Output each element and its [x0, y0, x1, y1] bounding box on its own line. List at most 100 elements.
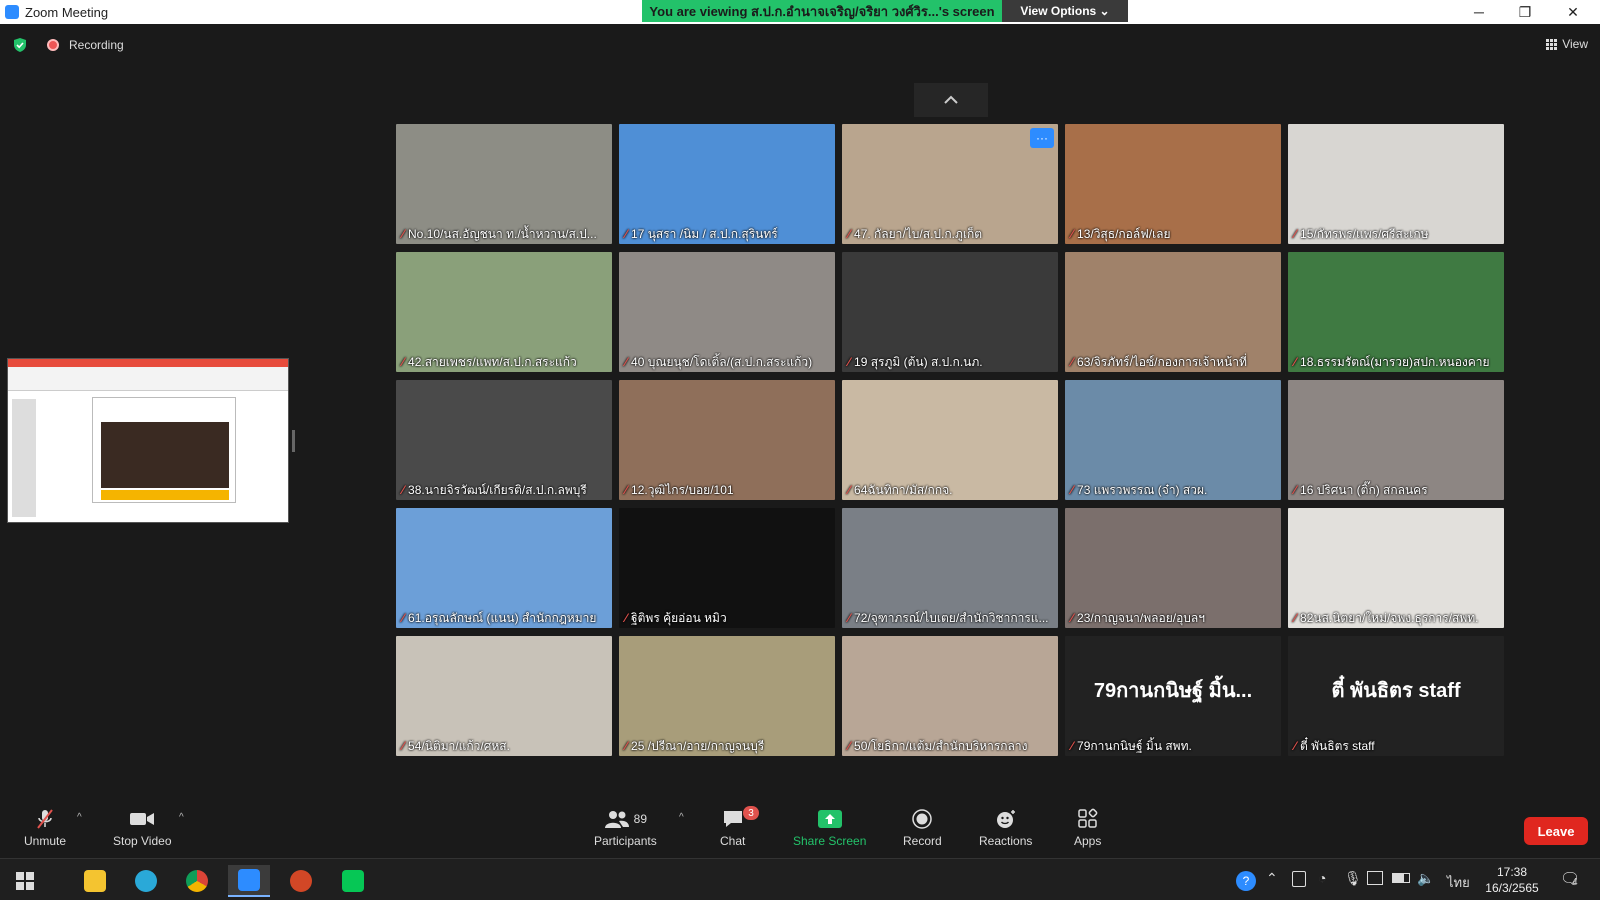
- battery-icon[interactable]: [1392, 873, 1410, 883]
- taskbar-file-explorer[interactable]: [74, 865, 116, 897]
- leave-meeting-button[interactable]: Leave: [1524, 817, 1588, 845]
- taskbar-edge[interactable]: [125, 865, 167, 897]
- start-button[interactable]: [4, 865, 46, 897]
- recording-indicator[interactable]: Recording: [47, 38, 124, 52]
- record-button[interactable]: Record: [903, 808, 942, 848]
- unmute-button[interactable]: Unmute: [24, 808, 66, 848]
- chat-button[interactable]: Chat: [720, 808, 745, 848]
- participant-tile[interactable]: ⁄ 19 สุรภูมิ (ต้น) ส.ป.ก.นภ.: [842, 252, 1058, 372]
- apps-button[interactable]: Apps: [1074, 808, 1101, 848]
- encryption-shield-icon[interactable]: [12, 37, 28, 53]
- participant-tile[interactable]: ⁄ 18.ธรรมรัตณ์(มารวย)สปก.หนองคาย: [1288, 252, 1504, 372]
- participant-display-name: 79กานกนิษฐ์ มิ้น...: [1093, 680, 1253, 702]
- muted-mic-icon: ⁄: [625, 611, 628, 625]
- participant-tile[interactable]: ⁄ 15/กัทรพร/แพร/ศรีสะเกษ: [1288, 124, 1504, 244]
- presentation-slide: [92, 397, 236, 503]
- participant-display-name: ตี๋ พันธิตร staff: [1331, 680, 1461, 702]
- reactions-button[interactable]: Reactions: [979, 808, 1032, 848]
- shared-screen-thumbnail[interactable]: [7, 358, 289, 523]
- participant-tile[interactable]: ⁄ 64ฉันทิกา/มัส/กกจ.: [842, 380, 1058, 500]
- participant-caption: ⁄ 17 นุสรา /นิม / ส.ป.ก.สุรินทร์: [619, 224, 835, 244]
- participant-tile[interactable]: ⁄ 50/โยธิกา/แต้ม/สำนักบริหารกลาง: [842, 636, 1058, 756]
- microphone-tray-icon[interactable]: 🎙: [1344, 870, 1362, 887]
- participant-tile[interactable]: ⁄ 40 บุณยนุช/โดเติ้ล/(ส.ป.ก.สระแก้ว): [619, 252, 835, 372]
- participant-tile[interactable]: ⁄ 82นส.นิตยา/ใหม่/จพง.ธุรการ/สพท.: [1288, 508, 1504, 628]
- show-hidden-icons-chevron-icon[interactable]: ⌃: [1266, 870, 1278, 887]
- minimize-button[interactable]: ─: [1456, 0, 1502, 24]
- share-screen-icon: [817, 810, 842, 828]
- recording-dot-icon: [47, 39, 59, 51]
- notification-center-icon[interactable]: 🗨 4: [1560, 869, 1580, 889]
- participant-tile[interactable]: ตี๋ พันธิตร staff ⁄ ตี๋ พันธิตร staff: [1288, 636, 1504, 756]
- share-screen-button[interactable]: Share Screen: [793, 808, 866, 848]
- restore-button[interactable]: ❐: [1502, 0, 1548, 24]
- participant-name: 40 บุณยนุช/โดเติ้ล/(ส.ป.ก.สระแก้ว): [631, 354, 813, 369]
- taskbar-chrome[interactable]: [176, 865, 218, 897]
- video-options-caret[interactable]: ^: [179, 812, 184, 823]
- participant-caption: ⁄ ฐิติพร คุ้ยอ่อน หมิว: [619, 608, 835, 628]
- chat-label: Chat: [720, 834, 746, 848]
- meeting-toolbar: Unmute ^ Stop Video ^ 89 Participants ^ …: [0, 800, 1600, 858]
- view-options-button[interactable]: View Options ⌄: [1002, 0, 1128, 22]
- help-icon[interactable]: ?: [1236, 871, 1256, 891]
- view-button[interactable]: View: [1546, 33, 1588, 55]
- participant-tile[interactable]: ⁄ 42.สายเพชร/แพท/ส.ป.ก.สระแก้ว: [396, 252, 612, 372]
- participant-tile[interactable]: 79กานกนิษฐ์ มิ้น... ⁄ 79กานกนิษฐ์ มิ้น สพท…: [1065, 636, 1281, 756]
- volume-icon[interactable]: 🔈: [1417, 870, 1434, 887]
- windows-taskbar: ? ⌃ ◔ 🎙 🔈 ไทย 17:38 16/3/2565 🗨 4: [0, 858, 1600, 900]
- participant-tile[interactable]: ⁄ 73 แพรวพรรณ (จ๋า) สวผ.: [1065, 380, 1281, 500]
- display-tray-icon[interactable]: [1367, 871, 1383, 885]
- participant-tile[interactable]: ⁄ 72/จุฑาภรณ์/ไบเตย/สำนักวิชาการแ...: [842, 508, 1058, 628]
- muted-mic-icon: ⁄: [625, 739, 628, 753]
- audio-options-caret[interactable]: ^: [77, 812, 82, 823]
- participant-tile[interactable]: ⁄ 16 ปริศนา (ติ๊ก) สกลนคร: [1288, 380, 1504, 500]
- participant-name: ฐิติพร คุ้ยอ่อน หมิว: [631, 610, 727, 625]
- participant-caption: ⁄ 19 สุรภูมิ (ต้น) ส.ป.ก.นภ.: [842, 352, 1058, 372]
- participants-button[interactable]: 89 Participants: [594, 808, 657, 848]
- powerpoint-icon: [290, 870, 312, 892]
- muted-mic-icon: ⁄: [402, 611, 405, 625]
- video-camera-icon: [130, 813, 155, 825]
- participant-tile[interactable]: ⁄ 61.อรุณลักษณ์ (แนน) สำนักกฎหมาย: [396, 508, 612, 628]
- participant-caption: ⁄ 15/กัทรพร/แพร/ศรีสะเกษ: [1288, 224, 1504, 244]
- stop-video-button[interactable]: Stop Video: [113, 808, 172, 848]
- close-button[interactable]: ✕: [1550, 0, 1596, 24]
- taskbar-powerpoint[interactable]: [280, 865, 322, 897]
- participant-tile[interactable]: ⁄ 25 /ปรีณา/อาย/กาญจนบุรี: [619, 636, 835, 756]
- system-clock[interactable]: 17:38 16/3/2565: [1476, 864, 1548, 896]
- participants-options-caret[interactable]: ^: [679, 812, 684, 823]
- participant-tile[interactable]: ⁄ 17 นุสรา /นิม / ส.ป.ก.สุรินทร์: [619, 124, 835, 244]
- windows-logo-icon: [16, 872, 34, 890]
- participant-caption: ⁄ No.10/นส.อัญชนา ท./น้ำหวาน/ส.ป...: [396, 224, 612, 244]
- muted-mic-icon: ⁄: [402, 739, 405, 753]
- participant-name: 42.สายเพชร/แพท/ส.ป.ก.สระแก้ว: [408, 354, 577, 369]
- participant-tile[interactable]: ⁄ No.10/นส.อัญชนา ท./น้ำหวาน/ส.ป...: [396, 124, 612, 244]
- muted-mic-icon: ⁄: [848, 611, 851, 625]
- participant-tile[interactable]: ⁄ 13/วิสุธ/กอล์ฟ/เลย: [1065, 124, 1281, 244]
- participant-name: 15/กัทรพร/แพร/ศรีสะเกษ: [1300, 226, 1429, 241]
- panel-splitter-handle[interactable]: [292, 430, 295, 452]
- participant-tile[interactable]: ··· ⁄ 47. กัลยา/ไบ/ส.ป.ก.ภูเก็ต: [842, 124, 1058, 244]
- stop-video-label: Stop Video: [113, 834, 172, 848]
- taskbar-zoom[interactable]: [228, 865, 270, 897]
- participant-caption: ⁄ 13/วิสุธ/กอล์ฟ/เลย: [1065, 224, 1281, 244]
- participant-name: 16 ปริศนา (ติ๊ก) สกลนคร: [1300, 482, 1428, 497]
- input-language-indicator[interactable]: ไทย: [1447, 872, 1470, 893]
- participant-tile[interactable]: ⁄ 12.วุฒิไกร/บอย/101: [619, 380, 835, 500]
- participant-name: 64ฉันทิกา/มัส/กกจ.: [854, 482, 953, 497]
- participant-tile[interactable]: ⁄ 54/นิติมา/แก้ว/ศหส.: [396, 636, 612, 756]
- wifi-icon[interactable]: ◔: [1318, 870, 1326, 886]
- participant-tile[interactable]: ⁄ 38.นายจิรวัฒน์/เกียรติ/ส.ป.ก.ลพบุรี: [396, 380, 612, 500]
- participant-tile[interactable]: ⁄ 23/กาญจนา/พลอย/อุบลฯ: [1065, 508, 1281, 628]
- taskbar-line[interactable]: [332, 865, 374, 897]
- participant-tile[interactable]: ⁄ ฐิติพร คุ้ยอ่อน หมิว: [619, 508, 835, 628]
- participant-tile[interactable]: ⁄ 63/จิรภัทร์/ไอซ์/กองการเจ้าหน้าที่: [1065, 252, 1281, 372]
- muted-mic-icon: ⁄: [625, 355, 628, 369]
- previous-page-button[interactable]: [914, 83, 988, 117]
- device-icon[interactable]: [1292, 871, 1306, 887]
- muted-mic-icon: ⁄: [848, 739, 851, 753]
- muted-mic-icon: ⁄: [848, 355, 851, 369]
- muted-mic-icon: ⁄: [402, 355, 405, 369]
- muted-mic-icon: ⁄: [1294, 227, 1297, 241]
- tile-more-options-button[interactable]: ···: [1030, 128, 1054, 148]
